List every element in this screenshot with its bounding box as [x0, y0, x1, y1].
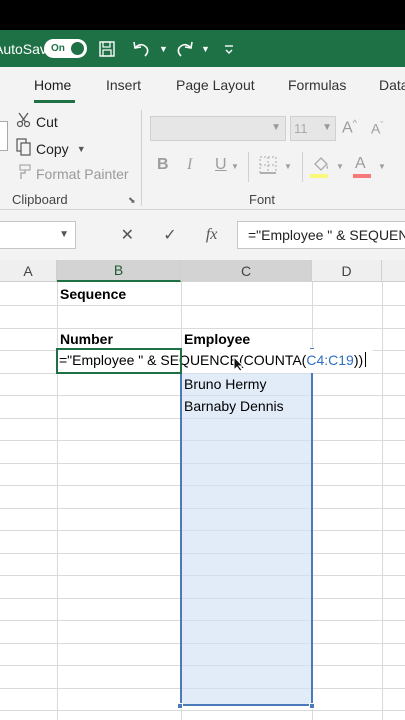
cell-c6[interactable]: Bruno Hermy	[184, 376, 266, 392]
font-size-dropdown[interactable]: 11 ▼	[290, 116, 336, 141]
ribbon-tabs: Home Insert Page Layout Formulas Data	[0, 67, 405, 104]
format-painter-button[interactable]: Format Painter	[16, 164, 129, 183]
worksheet-grid[interactable]: A B C D Sequence Number Employee Bruno H…	[0, 260, 405, 720]
enter-check-icon[interactable]: ✓	[163, 225, 176, 245]
copy-icon	[16, 138, 32, 159]
cut-label: Cut	[36, 113, 58, 130]
chevron-down-icon: ▼	[271, 122, 281, 133]
tab-data[interactable]: Data	[379, 77, 405, 93]
tab-formulas[interactable]: Formulas	[288, 77, 346, 93]
name-box[interactable]: ▼	[0, 221, 76, 249]
borders-icon[interactable]	[258, 155, 278, 180]
grow-font-glyph: A	[342, 119, 353, 137]
decrease-font-size-icon[interactable]: Aˇ	[371, 120, 383, 137]
format-painter-label: Format Painter	[36, 165, 129, 182]
tab-insert[interactable]: Insert	[106, 77, 141, 93]
column-header-a[interactable]: A	[0, 260, 57, 282]
autosave-toggle-label: On	[51, 43, 65, 54]
mouse-cursor-icon	[232, 355, 246, 372]
fill-color-swatch	[310, 174, 328, 178]
cell-c7[interactable]: Barnaby Dennis	[184, 398, 284, 414]
formula-bar: ▼ ✕ ✓ fx ="Employee " & SEQUENCE(COUNTA(…	[0, 210, 405, 260]
chevron-down-icon: ▼	[322, 122, 332, 133]
formula-bar-buttons: ✕ ✓ fx	[106, 221, 232, 249]
active-cell-border	[56, 348, 182, 374]
cell-c4[interactable]: Employee	[184, 331, 250, 347]
font-color-swatch	[353, 174, 371, 178]
italic-icon[interactable]: I	[187, 156, 192, 174]
save-icon[interactable]	[98, 30, 116, 67]
insert-function-icon[interactable]: fx	[206, 226, 218, 244]
chevron-down-icon[interactable]: ▼	[59, 229, 69, 240]
column-header-b[interactable]: B	[57, 260, 181, 282]
autosave-toggle[interactable]: On	[44, 39, 87, 58]
copy-button[interactable]: Copy ▼	[16, 138, 86, 159]
grid-row-line	[0, 710, 405, 711]
range-handle[interactable]	[177, 703, 183, 709]
active-tab-indicator	[34, 100, 75, 103]
clipboard-group-label: Clipboard	[12, 192, 68, 207]
range-handle[interactable]	[309, 703, 315, 709]
cancel-icon[interactable]: ✕	[121, 225, 134, 245]
range-reference: C4:C19	[306, 352, 354, 368]
top-black-bar	[0, 0, 405, 30]
divider	[248, 152, 249, 182]
clipboard-dialog-launcher-icon[interactable]: ⬊	[128, 195, 136, 206]
toggle-knob	[70, 42, 84, 55]
fill-color-dropdown-icon[interactable]: ▼	[336, 162, 344, 171]
shrink-font-glyph: A	[371, 120, 381, 137]
copy-label: Copy	[36, 140, 69, 157]
format-painter-icon	[16, 164, 32, 183]
grid-row-line	[0, 305, 405, 306]
grid-column-line	[382, 282, 383, 720]
redo-icon[interactable]	[175, 30, 195, 67]
title-bar: AutoSave On ▼ ▼	[0, 30, 405, 67]
column-header-c[interactable]: C	[181, 260, 312, 282]
cut-button[interactable]: Cut	[16, 112, 58, 131]
bold-icon[interactable]: B	[157, 156, 169, 174]
tab-home[interactable]: Home	[34, 77, 71, 93]
font-color-dropdown-icon[interactable]: ▼	[378, 162, 386, 171]
group-divider	[141, 110, 142, 206]
underline-dropdown-icon[interactable]: ▼	[231, 162, 239, 171]
formula-text-end: ))	[353, 352, 364, 368]
divider	[302, 152, 303, 182]
font-color-icon[interactable]: A	[355, 155, 366, 173]
copy-dropdown-icon[interactable]: ▼	[77, 144, 86, 154]
customize-toolbar-icon[interactable]	[223, 30, 235, 67]
font-size-value: 11	[294, 121, 308, 136]
formula-input[interactable]: ="Employee " & SEQUENCE(COUNTA(C4:C19))	[237, 221, 405, 249]
tab-page-layout[interactable]: Page Layout	[176, 77, 255, 93]
undo-icon[interactable]	[131, 30, 151, 67]
redo-dropdown-icon[interactable]: ▼	[201, 30, 210, 67]
ribbon: Cut Copy ▼ Format Painter Clipboard ⬊ ▼ …	[0, 104, 405, 210]
font-name-dropdown[interactable]: ▼	[150, 116, 286, 141]
underline-icon[interactable]: U	[215, 156, 227, 174]
grid-row-line	[0, 328, 405, 329]
increase-font-size-icon[interactable]: A^	[342, 118, 357, 137]
column-headers: A B C D	[0, 260, 405, 282]
paste-button[interactable]	[0, 121, 8, 151]
text-caret	[365, 352, 367, 367]
borders-dropdown-icon[interactable]: ▼	[284, 162, 292, 171]
scissors-icon	[16, 112, 32, 131]
cell-b4[interactable]: Number	[60, 331, 113, 347]
column-header-d[interactable]: D	[312, 260, 382, 282]
font-group-label: Font	[249, 192, 276, 207]
cell-b2[interactable]: Sequence	[60, 286, 126, 302]
undo-dropdown-icon[interactable]: ▼	[159, 30, 168, 67]
